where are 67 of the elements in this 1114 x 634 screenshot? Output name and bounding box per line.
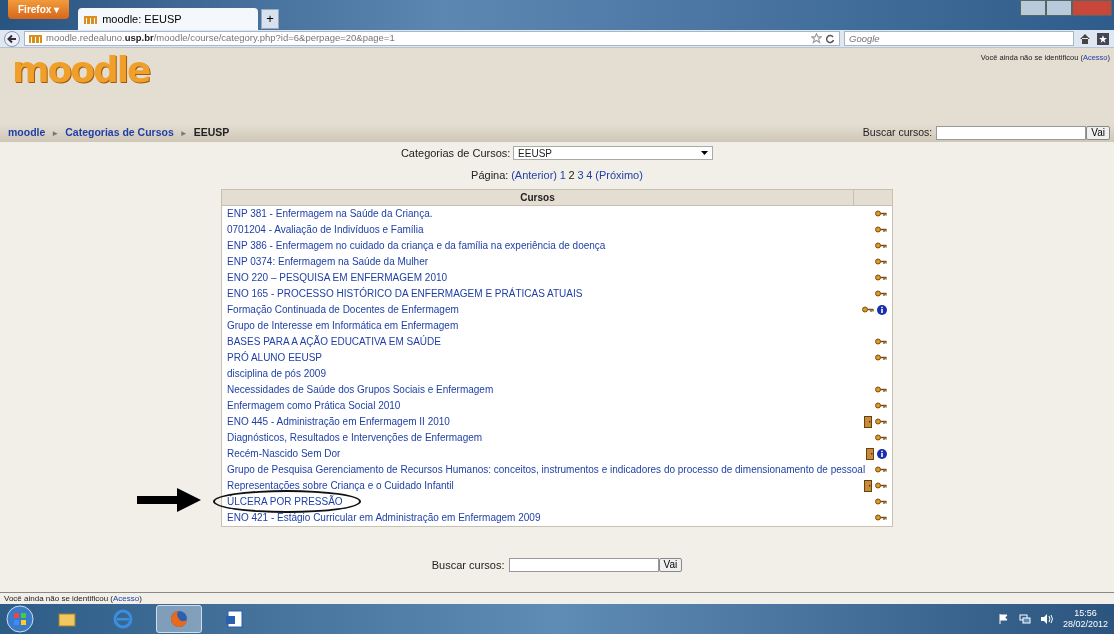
network-icon[interactable] (1018, 614, 1031, 624)
category-dropdown[interactable]: EEUSP (513, 146, 714, 160)
course-link[interactable]: Formação Continuada de Docentes de Enfermagem (227, 302, 459, 318)
address-field[interactable]: moodle.redealuno.usp.br/moodle/course/category.php?id=6&perpage=20&page=1 (24, 31, 840, 46)
breadcrumb-separator: ► (51, 129, 60, 139)
page-link[interactable]: 4 (586, 166, 593, 184)
course-link[interactable]: disciplina de pós 2009 (227, 366, 326, 382)
course-link[interactable]: PRÓ ALUNO EEUSP (227, 350, 323, 366)
document-w-icon (224, 608, 246, 630)
maximize-button[interactable] (1046, 0, 1072, 16)
speaker-icon[interactable] (1040, 614, 1053, 624)
taskbar-app-button[interactable] (156, 605, 202, 633)
home-icon[interactable] (1078, 31, 1092, 46)
start-button[interactable] (6, 605, 34, 633)
paging-label: Página: (471, 167, 509, 183)
course-link[interactable]: ENO 220 – PESQUISA EM ENFERMAGEM 2010 (227, 270, 448, 286)
course-link[interactable]: ENO 445 - Administração em Enfermagem II 2010 (227, 414, 450, 430)
m-icon (29, 33, 43, 44)
clock-text[interactable]: 15:56 28/02/2012 (1062, 608, 1108, 630)
back-icon[interactable] (4, 30, 20, 47)
page-link[interactable]: 3 (577, 166, 584, 184)
breadcrumb-link[interactable]: moodle (8, 126, 46, 139)
go-button[interactable]: Vai (658, 558, 683, 572)
bookmarks-icon[interactable] (1096, 31, 1110, 46)
course-link[interactable]: ENP 381 - Enfermagem na Saúde da Criança. (227, 206, 433, 222)
search-field[interactable]: Google (844, 31, 1074, 46)
caret-icon (701, 151, 709, 155)
course-link[interactable]: BASES PARA A AÇÃO EDUCATIVA EM SAÚDE (227, 334, 441, 350)
course-link[interactable]: ENO 421 - Estágio Curricular em Administração em Enfermagem 2009 (227, 510, 541, 526)
course-link[interactable]: Enfermagem como Prática Social 2010 (227, 398, 401, 414)
browser-e-icon (112, 608, 134, 630)
course-link[interactable]: Necessidades de Saúde dos Grupos Sociais e Enfermagem (227, 382, 494, 398)
url-text: moodle.redealuno.usp.br/moodle/course/category.php?id=6&perpage=20&page=1 (46, 31, 395, 46)
new-tab-button[interactable]: + (261, 9, 280, 29)
breadcrumb-current: EEUSP (193, 126, 230, 139)
m-icon (84, 13, 99, 25)
breadcrumb-separator: ► (179, 129, 188, 139)
course-link[interactable]: Grupo de Interesse em Informática em Enfermagem (227, 318, 459, 334)
category-label: Categorias de Cursos: (400, 145, 511, 161)
search-field[interactable] (508, 558, 659, 572)
login-status-text: Você ainda não se identificou (Acesso) (4, 593, 143, 604)
minimize-button[interactable] (1020, 0, 1046, 16)
current-page: 2 (568, 167, 575, 183)
course-link[interactable]: Grupo de Pesquisa Gerenciamento de Recursos Humanos: conceitos, instrumentos e indicadores do processo de dimensionamento de pessoal (227, 462, 866, 478)
course-link[interactable]: Diagnósticos, Resultados e Intervenções de Enfermagem (227, 430, 483, 446)
breadcrumb-link[interactable]: Categorias de Cursos (65, 126, 174, 139)
page-link[interactable]: 1 (559, 166, 566, 184)
star-icon[interactable] (811, 33, 822, 44)
browser-tab[interactable]: moodle: EEUSP (78, 8, 259, 30)
search-label: Buscar cursos: (862, 125, 933, 141)
course-link[interactable]: ENP 0374: Enfermagem na Saúde da Mulher (227, 254, 429, 270)
previous-page-link[interactable]: (Anterior) (511, 166, 557, 184)
course-link[interactable]: 0701204 - Avaliação de Indivíduos e Família (227, 222, 424, 238)
go-button[interactable]: Vai (1086, 126, 1110, 140)
course-link[interactable]: ÚLCERA POR PRESSÃO (227, 496, 343, 508)
flag-icon[interactable] (998, 614, 1009, 624)
search-label: Buscar cursos: (431, 557, 505, 573)
reload-icon[interactable] (825, 33, 835, 44)
search-field[interactable] (936, 126, 1087, 140)
column-header: Cursos (222, 189, 854, 205)
pointer-arrow (137, 488, 201, 513)
course-link[interactable]: ENO 165 - PROCESSO HISTÓRICO DA ENFERMAGEM E PRÁTICAS ATUAIS (227, 286, 583, 302)
fox-globe-icon (168, 608, 190, 630)
course-link[interactable]: ENP 386 - Enfermagem no cuidado da criança e da família na experiência de doença (227, 238, 606, 254)
next-page-link[interactable]: (Próximo) (595, 166, 643, 184)
course-link[interactable]: Representações sobre Criança e o Cuidado Infantil (227, 478, 454, 494)
course-link[interactable]: Recém-Nascido Sem Dor (227, 446, 341, 462)
